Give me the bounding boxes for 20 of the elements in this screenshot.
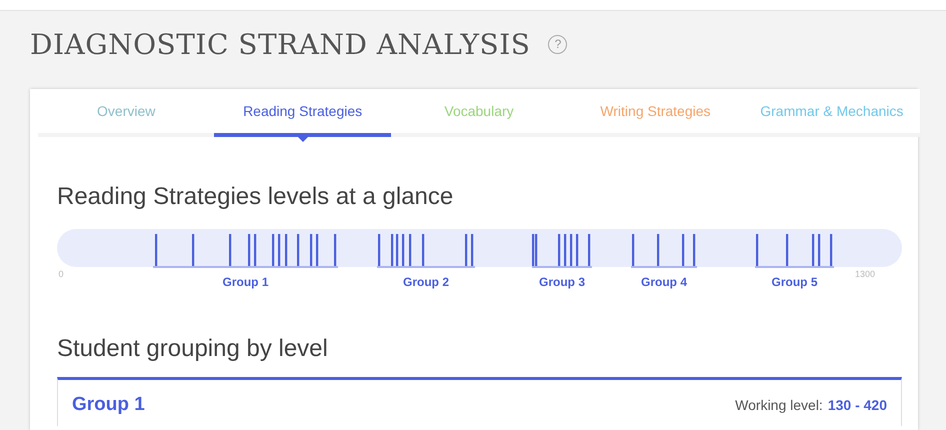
tab[interactable]: Writing Strategies: [567, 89, 744, 137]
group-name: Group 1: [72, 394, 146, 416]
working-level-range: 130 - 420: [828, 397, 887, 413]
scale-min-label: 0: [58, 269, 64, 279]
page-title: DIAGNOSTIC STRAND ANALYSIS: [30, 28, 530, 60]
group-label: Group 2: [403, 275, 449, 289]
caret-icon: [298, 137, 308, 142]
help-icon[interactable]: ?: [548, 34, 568, 54]
tab[interactable]: Vocabulary: [390, 89, 568, 137]
group-label: Group 1: [222, 275, 268, 289]
working-level-label: Working level:: [735, 397, 823, 413]
section-heading: Student grouping by level: [57, 335, 329, 363]
group-label: Group 5: [772, 275, 818, 289]
tab[interactable]: Overview: [38, 89, 214, 137]
group-label: Group 4: [641, 275, 687, 289]
group-label: Group 3: [539, 275, 585, 289]
tab[interactable]: Grammar & Mechanics: [744, 89, 920, 137]
section-heading: Reading Strategies levels at a glance: [57, 183, 454, 211]
tab[interactable]: Reading Strategies: [214, 89, 391, 137]
scale-max-label: 1300: [854, 269, 876, 279]
